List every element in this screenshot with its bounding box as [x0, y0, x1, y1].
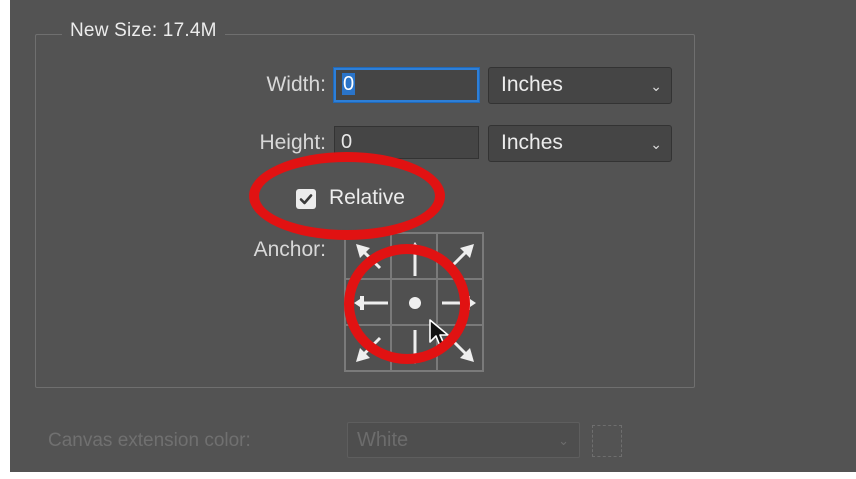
arrow-down-left-icon — [356, 336, 382, 362]
width-value: 0 — [342, 73, 356, 95]
anchor-top-left[interactable] — [345, 233, 391, 279]
height-label: Height: — [259, 131, 326, 154]
canvas-size-dialog: New Size: 17.4M Width: 0 Inches ⌄ Height… — [10, 0, 856, 472]
relative-label[interactable]: Relative — [329, 186, 405, 210]
width-unit-select[interactable]: Inches ⌄ — [488, 67, 672, 104]
canvas-extension-color-select: White ⌄ — [347, 422, 580, 458]
checkmark-icon — [299, 194, 313, 205]
chevron-down-icon: ⌄ — [650, 136, 662, 152]
anchor-top[interactable] — [391, 233, 437, 279]
width-input[interactable]: 0 — [334, 68, 479, 102]
height-unit-label: Inches — [501, 131, 563, 154]
height-value: 0 — [341, 131, 353, 153]
arrow-up-icon — [408, 242, 422, 276]
arrow-up-left-icon — [356, 244, 382, 270]
canvas-extension-color-label: Canvas extension color: — [48, 430, 251, 451]
width-label: Width: — [266, 73, 326, 96]
relative-checkbox[interactable] — [296, 189, 316, 209]
anchor-left[interactable] — [345, 279, 391, 325]
new-size-legend: New Size: 17.4M — [62, 20, 225, 42]
canvas-extension-color-swatch — [592, 425, 622, 457]
chevron-down-icon: ⌄ — [558, 433, 569, 448]
canvas-extension-color-value: White — [357, 429, 409, 451]
anchor-top-right[interactable] — [437, 233, 483, 279]
chevron-down-icon: ⌄ — [650, 78, 662, 94]
height-unit-select[interactable]: Inches ⌄ — [488, 125, 672, 162]
arrow-left-icon — [354, 296, 388, 310]
anchor-label: Anchor: — [253, 238, 326, 261]
anchor-bottom-left[interactable] — [345, 325, 391, 371]
height-input[interactable]: 0 — [334, 126, 479, 159]
anchor-grid[interactable] — [344, 232, 484, 372]
arrow-up-right-icon — [448, 244, 474, 270]
mouse-pointer-icon — [429, 319, 449, 347]
width-unit-label: Inches — [501, 73, 563, 96]
